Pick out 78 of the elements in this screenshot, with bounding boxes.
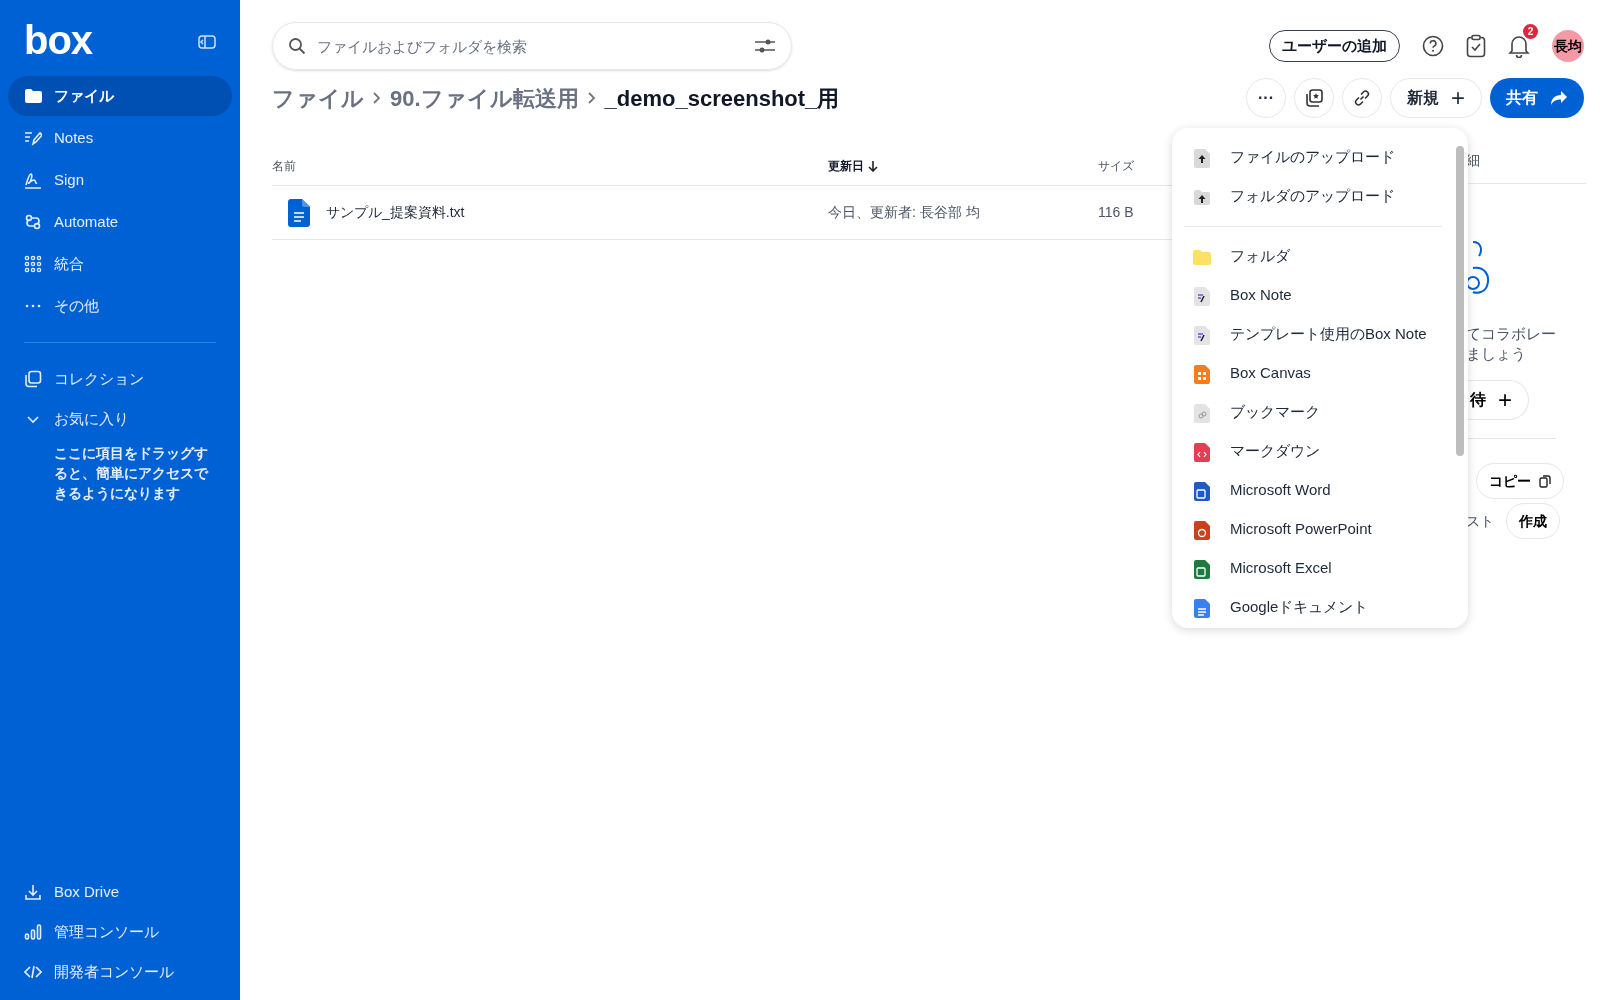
nav-item[interactable]: Automate xyxy=(8,202,232,242)
nav-item[interactable]: コレクション xyxy=(8,359,232,399)
nav-item[interactable]: その他 xyxy=(8,286,232,326)
column-header[interactable]: 名前 xyxy=(272,156,296,175)
panel-text: ましょう xyxy=(1466,344,1527,364)
canvas-icon xyxy=(1192,363,1212,384)
sort-down-arrow-icon xyxy=(868,159,878,172)
menu-item[interactable]: マークダウン xyxy=(1182,432,1442,471)
collection-icon xyxy=(24,370,42,388)
more-icon xyxy=(24,304,42,308)
nav-item[interactable]: 管理コンソール xyxy=(8,912,232,952)
favorites-hint: ここに項目をドラッグすると、簡単にアクセスできるようになります xyxy=(53,444,210,503)
nav-item[interactable]: Box Drive xyxy=(8,872,232,912)
spreadsheet-document-icon xyxy=(1192,558,1212,579)
breadcrumb-link[interactable]: ファイル xyxy=(272,81,364,115)
code-icon xyxy=(24,963,42,981)
word-document-icon xyxy=(1192,480,1212,501)
nav-item[interactable]: Sign xyxy=(8,160,232,200)
menu-item[interactable]: ブックマーク xyxy=(1182,393,1442,432)
column-header[interactable]: 更新日 xyxy=(828,156,864,175)
grid-icon xyxy=(24,255,42,273)
signature-icon xyxy=(24,171,42,189)
bar-chart-icon xyxy=(24,923,42,941)
illustration-drawing xyxy=(1466,241,1490,297)
automate-icon xyxy=(24,213,42,231)
code-document-icon xyxy=(1192,441,1212,462)
panel-text: スト xyxy=(1466,511,1494,531)
text-document-icon xyxy=(288,198,310,227)
column-header[interactable]: サイズ xyxy=(1098,156,1134,175)
menu-item[interactable]: Box Note xyxy=(1182,276,1442,315)
note-icon xyxy=(1192,285,1212,306)
link-icon xyxy=(1353,89,1371,107)
link-document-icon xyxy=(1192,402,1212,423)
menu-item[interactable]: フォルダ xyxy=(1182,237,1442,276)
search-field[interactable]: ファイルおよびフォルダを検索 xyxy=(272,22,792,70)
menu-item[interactable]: Microsoft Word xyxy=(1182,471,1442,510)
file-upload-icon xyxy=(1192,147,1212,168)
scrollbar[interactable] xyxy=(1456,146,1464,456)
current-folder-title[interactable]: _demo_screenshot_用 xyxy=(604,81,840,115)
file-row[interactable]: サンプル_提案資料.txt 今日、更新者: 長谷部 均 116 B xyxy=(272,186,1172,240)
folder-icon xyxy=(24,87,42,105)
notification-badge: 2 xyxy=(1523,24,1538,39)
add-to-collection-icon xyxy=(1305,89,1323,107)
nav-item[interactable]: 統合 xyxy=(8,244,232,284)
menu-item[interactable]: Box Canvas xyxy=(1182,354,1442,393)
note-icon xyxy=(1192,324,1212,345)
chevron-right-icon xyxy=(586,91,597,105)
nav-item[interactable]: 開発者コンソール xyxy=(8,952,232,992)
panel-text: てコラボレー xyxy=(1466,324,1557,344)
modified-info: 今日、更新者: 長谷部 均 xyxy=(828,204,980,220)
text-document-icon xyxy=(1192,597,1212,618)
filter-icon[interactable] xyxy=(754,39,776,53)
menu-item[interactable]: Googleドキュメント xyxy=(1182,588,1442,627)
menu-item[interactable]: テンプレート使用のBox Note xyxy=(1182,315,1442,354)
nav-item[interactable]: ファイル xyxy=(8,76,232,116)
search-icon xyxy=(288,37,306,55)
box-logo[interactable]: box xyxy=(24,20,93,60)
download-icon xyxy=(24,883,42,901)
menu-item[interactable]: ファイルのアップロード xyxy=(1182,138,1442,177)
notes-pen-icon xyxy=(24,129,42,147)
user-avatar[interactable]: 長均 xyxy=(1552,30,1584,62)
share-arrow-icon xyxy=(1550,90,1568,106)
help-icon[interactable] xyxy=(1422,35,1444,57)
sidebar-toggle-icon[interactable] xyxy=(198,35,216,49)
menu-item[interactable]: Microsoft Excel xyxy=(1182,549,1442,588)
slides-document-icon xyxy=(1192,519,1212,540)
menu-item[interactable]: Microsoft PowerPoint xyxy=(1182,510,1442,549)
nav-item[interactable]: Notes xyxy=(8,118,232,158)
file-size: 116 B xyxy=(1098,204,1134,220)
file-name[interactable]: サンプル_提案資料.txt xyxy=(326,202,465,223)
chevron-right-icon xyxy=(372,91,382,105)
copy-icon xyxy=(1539,474,1551,488)
breadcrumb-link[interactable]: 90.ファイル転送用 xyxy=(390,81,579,115)
clipboard-check-icon[interactable] xyxy=(1466,34,1486,58)
menu-item[interactable]: フォルダのアップロード xyxy=(1182,177,1442,216)
bell-icon[interactable] xyxy=(1508,34,1530,58)
share-button[interactable]: 共有 xyxy=(1490,78,1584,118)
favorites-toggle[interactable]: お気に入り xyxy=(8,399,232,439)
